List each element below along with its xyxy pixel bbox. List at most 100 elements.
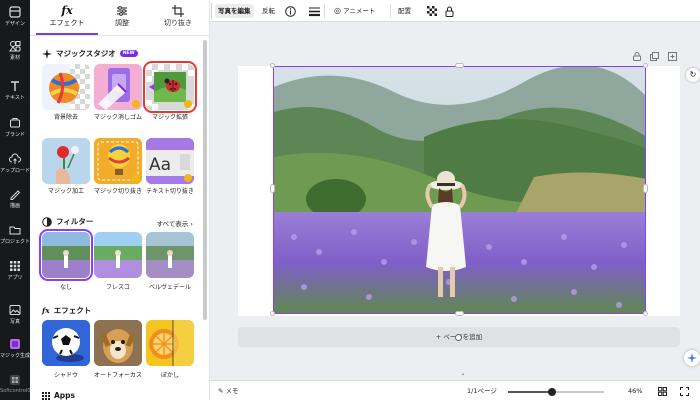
apps-grid-icon <box>42 391 50 400</box>
edit-photo-panel: fx エフェクト 調整 切り抜き マジックスタジオ NEW 背景除去 マジック消… <box>30 0 210 400</box>
resize-handle-top[interactable] <box>455 63 464 68</box>
see-all-label: すべて表示 <box>156 220 189 228</box>
filters-see-all-link[interactable]: すべて表示 › <box>157 218 193 228</box>
rail-item-elements[interactable]: 素材 <box>0 40 30 61</box>
filter-thumbnail <box>146 232 194 278</box>
filter-none[interactable] <box>39 229 93 281</box>
tab-effects[interactable]: fx エフェクト <box>39 4 95 28</box>
rail-label: Softcontrol03 <box>0 388 30 394</box>
notes-label: メモ <box>225 387 239 395</box>
animate-button[interactable]: ◎ アニメート <box>331 4 378 18</box>
rail-label: デザイン <box>4 21 25 27</box>
pro-crown-icon <box>132 174 140 182</box>
rail-item-apps[interactable]: アプリ <box>0 260 30 281</box>
lavender-field-photo <box>274 67 645 313</box>
tab-adjust[interactable]: 調整 <box>94 4 150 28</box>
rail-item-projects[interactable]: プロジェクト <box>0 224 30 245</box>
line-weight-icon <box>309 7 320 17</box>
rail-label: マジック生成 <box>0 353 30 359</box>
rail-item-design[interactable]: デザイン <box>0 6 30 27</box>
resize-handle-bottom[interactable] <box>455 311 464 316</box>
resize-handle-top-right[interactable] <box>643 63 648 68</box>
position-button[interactable]: 配置 <box>395 4 414 18</box>
bg-remover-thumbnail <box>49 64 90 110</box>
rail-label: アップロード <box>0 168 30 174</box>
rail-item-draw[interactable]: 描画 <box>0 188 30 209</box>
selected-photo[interactable] <box>273 66 646 314</box>
fx-icon: fx <box>42 306 50 315</box>
info-button[interactable] <box>282 4 299 18</box>
rail-item-text[interactable]: テキスト <box>0 80 30 101</box>
refresh-icon: ↻ <box>689 70 697 79</box>
tool-magic-edit[interactable] <box>42 138 90 184</box>
rail-item-brand[interactable]: ブランド <box>0 117 30 138</box>
border-style-button[interactable] <box>306 4 323 18</box>
tool-magic-eraser[interactable] <box>94 64 142 110</box>
context-toolbar: 写真を編集 反転 ◎ アニメート 配置 <box>210 0 700 22</box>
elements-icon <box>9 41 21 52</box>
magic-assistant-button[interactable] <box>684 350 700 366</box>
text-icon <box>11 81 19 91</box>
brand-icon <box>10 118 20 128</box>
rail-label: 素材 <box>9 55 20 61</box>
divider <box>390 4 391 18</box>
panel-scrollbar[interactable] <box>203 40 207 320</box>
tool-magic-grab[interactable] <box>94 138 142 184</box>
rail-label: テキスト <box>5 95 25 101</box>
lock-button[interactable] <box>442 4 457 18</box>
effect-label: ぼかし <box>160 372 179 379</box>
refresh-button[interactable]: ↻ <box>686 68 700 82</box>
resize-handle-top-left[interactable] <box>270 63 275 68</box>
folder-icon <box>9 226 21 235</box>
animate-icon: ◎ <box>334 6 341 15</box>
resize-handle-right[interactable] <box>643 184 648 193</box>
tool-label: マジック消しゴム <box>93 114 142 121</box>
rotate-handle[interactable] <box>455 334 462 341</box>
apps-heading: Apps <box>42 391 75 400</box>
adjust-icon <box>117 6 127 16</box>
tool-label: マジック加工 <box>47 188 84 195</box>
effect-blur[interactable] <box>146 320 194 366</box>
tab-crop[interactable]: 切り抜き <box>150 4 206 28</box>
resize-handle-bottom-right[interactable] <box>643 311 648 316</box>
zoom-slider-knob[interactable] <box>548 388 557 396</box>
tool-bg-remover[interactable] <box>42 64 90 110</box>
effect-thumbnail <box>94 320 142 366</box>
design-icon <box>9 6 21 18</box>
magic-media-icon <box>10 339 20 349</box>
duplicate-page-icon[interactable] <box>650 52 659 61</box>
transparency-button[interactable] <box>424 4 440 18</box>
pro-crown-icon <box>184 100 192 108</box>
add-page-icon[interactable] <box>668 52 677 61</box>
fullscreen-button[interactable] <box>680 381 689 400</box>
filter-thumbnail <box>94 232 142 278</box>
zoom-slider[interactable] <box>508 388 604 396</box>
edit-photo-button[interactable]: 写真を編集 <box>215 4 254 18</box>
sparkle-icon <box>687 353 697 363</box>
rail-item-magic-media[interactable]: マジック生成 <box>0 338 30 359</box>
effect-auto-focus[interactable] <box>94 320 142 366</box>
draw-icon <box>10 190 21 200</box>
filter-belvedere[interactable] <box>146 232 194 278</box>
flip-button[interactable]: 反転 <box>259 4 278 18</box>
effect-shadow[interactable] <box>42 320 90 366</box>
resize-handle-bottom-left[interactable] <box>270 311 275 316</box>
lock-icon <box>445 6 454 17</box>
crop-icon <box>172 5 184 17</box>
section-title: Apps <box>54 391 76 400</box>
filter-fresco[interactable] <box>94 232 142 278</box>
section-title: フィルター <box>56 217 94 226</box>
page-lock-icon[interactable] <box>633 52 641 61</box>
rail-item-upload[interactable]: アップロード <box>0 153 30 174</box>
rail-item-app[interactable]: Softcontrol03 <box>0 374 30 394</box>
tool-magic-expand[interactable] <box>143 61 197 113</box>
tool-text-grab[interactable]: Aa <box>146 138 194 184</box>
zoom-level[interactable]: 46% <box>628 381 642 400</box>
rail-item-photos[interactable]: 写真 <box>0 304 30 325</box>
filter-label: ベルヴェデール <box>148 284 191 291</box>
resize-handle-left[interactable] <box>270 184 275 193</box>
page-count[interactable]: 1/1ページ <box>467 381 497 400</box>
notes-button[interactable]: ✎ メモ <box>218 381 239 400</box>
filter-label: なし <box>59 284 72 291</box>
grid-view-button[interactable] <box>658 381 667 400</box>
